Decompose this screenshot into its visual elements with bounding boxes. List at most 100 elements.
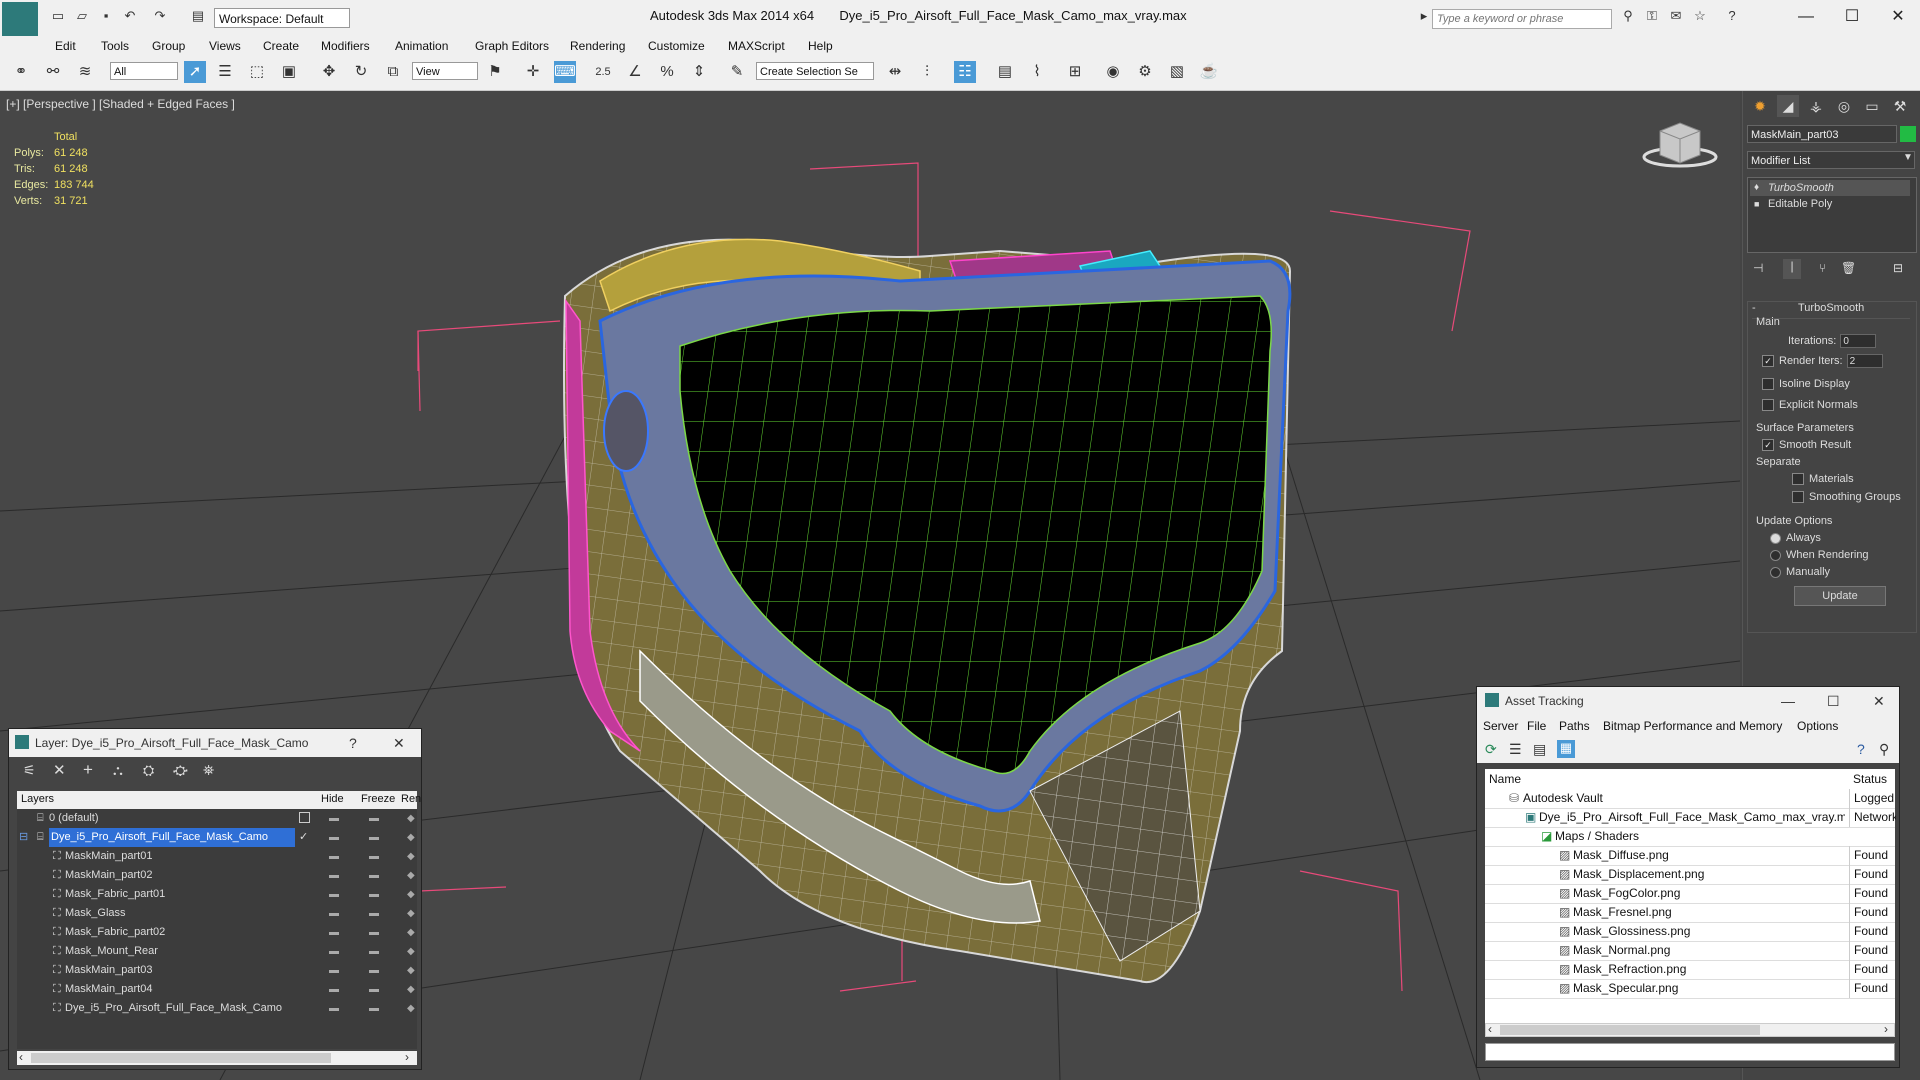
- close-icon[interactable]: ✕: [393, 735, 405, 752]
- table-view-icon[interactable]: ▤: [1533, 741, 1546, 758]
- pin-icon[interactable]: ⚲: [1879, 741, 1889, 758]
- create-tab-icon[interactable]: ✹: [1749, 95, 1771, 117]
- asset-row[interactable]: ▨ Mask_Displacement.png Found: [1485, 865, 1895, 885]
- object-name-field[interactable]: MaskMain_part03: [1747, 125, 1897, 143]
- smooth-result-checkbox[interactable]: ✓: [1762, 439, 1774, 452]
- search-expand-icon[interactable]: ▸: [1416, 8, 1432, 24]
- column-freeze[interactable]: Freeze: [361, 793, 395, 805]
- align-icon[interactable]: ⫶: [916, 61, 938, 83]
- refresh-icon[interactable]: ⟳: [1485, 741, 1497, 758]
- link-icon[interactable]: ⚭: [10, 61, 32, 83]
- angle-snap-icon[interactable]: ∠: [624, 61, 646, 83]
- create-layer-icon[interactable]: +: [83, 760, 93, 780]
- help-icon[interactable]: ?: [1724, 8, 1740, 24]
- isoline-checkbox[interactable]: [1762, 378, 1774, 391]
- undo-icon[interactable]: ↶: [122, 8, 138, 24]
- project-folder-icon[interactable]: ▤: [190, 8, 206, 24]
- asset-row[interactable]: ◪ Maps / Shaders: [1485, 827, 1895, 847]
- scroll-thumb[interactable]: [1500, 1025, 1760, 1035]
- material-editor-icon[interactable]: ◉: [1102, 61, 1124, 83]
- rotate-icon[interactable]: ↻: [350, 61, 372, 83]
- menu-maxscript[interactable]: MAXScript: [728, 39, 785, 53]
- modify-tab-icon[interactable]: ◢: [1777, 95, 1799, 117]
- utilities-tab-icon[interactable]: ⚒: [1889, 95, 1911, 117]
- layer-row[interactable]: ⛶ MaskMain_part01 ▬ ▬ ◆: [17, 847, 417, 866]
- layer-row[interactable]: ⛶ Mask_Mount_Rear ▬ ▬ ◆: [17, 942, 417, 961]
- scroll-right-icon[interactable]: ›: [405, 1050, 409, 1064]
- asset-row[interactable]: ▨ Mask_Diffuse.png Found: [1485, 846, 1895, 866]
- binoculars-icon[interactable]: ⚲: [1620, 8, 1636, 24]
- scroll-left-icon[interactable]: ‹: [19, 1050, 23, 1064]
- asset-dialog-titlebar[interactable]: Asset Tracking — ☐ ✕: [1477, 687, 1899, 715]
- layer-row[interactable]: ⛶ MaskMain_part02 ▬ ▬ ◆: [17, 866, 417, 885]
- render-production-icon[interactable]: ☕: [1198, 61, 1220, 83]
- favorites-icon[interactable]: ☆: [1692, 8, 1708, 24]
- smoothing-groups-checkbox[interactable]: [1792, 491, 1804, 504]
- menu-customize[interactable]: Customize: [648, 39, 705, 53]
- asset-menu-options[interactable]: Options: [1797, 719, 1838, 733]
- app-logo-icon[interactable]: [2, 2, 38, 38]
- render-setup-icon[interactable]: ⚙: [1134, 61, 1156, 83]
- stack-item-turbosmooth[interactable]: ♦ TurboSmooth: [1750, 180, 1910, 196]
- menu-animation[interactable]: Animation: [395, 39, 448, 53]
- bind-space-warp-icon[interactable]: ≋: [74, 61, 96, 83]
- column-render[interactable]: Ren: [401, 793, 421, 805]
- asset-row[interactable]: ⛁Autodesk VaultLogged O: [1485, 789, 1896, 809]
- select-object-icon[interactable]: ➚: [184, 61, 206, 83]
- motion-tab-icon[interactable]: ◎: [1833, 95, 1855, 117]
- iterations-spinner[interactable]: 0: [1840, 334, 1877, 348]
- open-file-icon[interactable]: ▱: [74, 8, 90, 24]
- move-icon[interactable]: ✥: [318, 61, 340, 83]
- column-layers[interactable]: Layers: [21, 793, 54, 805]
- asset-row[interactable]: ▣ Dye_i5_Pro_Airsoft_Full_Face_Mask_Camo_…: [1485, 808, 1896, 828]
- configure-sets-icon[interactable]: ⊟: [1893, 261, 1903, 275]
- unlink-icon[interactable]: ⚯: [42, 61, 64, 83]
- spinner-snap-icon[interactable]: ⇕: [688, 61, 710, 83]
- current-layer-checkbox[interactable]: [299, 812, 310, 823]
- delete-layer-icon[interactable]: ✕: [53, 761, 66, 779]
- reference-coordinate-select[interactable]: View: [412, 62, 478, 80]
- when-rendering-radio[interactable]: [1770, 549, 1781, 561]
- asset-menu-server[interactable]: Server: [1483, 719, 1518, 733]
- chevron-down-icon[interactable]: ▼: [1903, 152, 1913, 163]
- asset-path-input[interactable]: [1485, 1043, 1895, 1061]
- window-crossing-icon[interactable]: ▣: [278, 61, 300, 83]
- show-end-result-icon[interactable]: |: [1783, 259, 1801, 279]
- asset-menu-file[interactable]: File: [1527, 719, 1546, 733]
- stack-item-editable-poly[interactable]: ■ Editable Poly: [1750, 196, 1910, 212]
- menu-edit[interactable]: Edit: [55, 39, 76, 53]
- new-file-icon[interactable]: ▭: [50, 8, 66, 24]
- horizontal-scrollbar[interactable]: ‹ ›: [17, 1050, 417, 1065]
- named-selection-set-select[interactable]: Create Selection Se: [756, 62, 874, 80]
- menu-create[interactable]: Create: [263, 39, 299, 53]
- update-button[interactable]: Update: [1794, 586, 1886, 606]
- list-view-icon[interactable]: ☰: [1509, 741, 1522, 758]
- materials-checkbox[interactable]: [1792, 473, 1804, 486]
- scroll-right-icon[interactable]: ›: [1884, 1022, 1888, 1036]
- layer-explorer-icon[interactable]: ▤: [994, 61, 1016, 83]
- lightbulb-icon[interactable]: ♦: [1754, 180, 1759, 196]
- column-hide[interactable]: Hide: [321, 793, 344, 805]
- mirror-icon[interactable]: ⇹: [884, 61, 906, 83]
- select-in-layer-icon[interactable]: ⛭: [143, 762, 154, 779]
- layer-dialog-titlebar[interactable]: Layer: Dye_i5_Pro_Airsoft_Full_Face_Mask…: [9, 729, 421, 757]
- curve-editor-icon[interactable]: ⌇: [1026, 61, 1048, 83]
- display-tab-icon[interactable]: ▭: [1861, 95, 1883, 117]
- select-by-name-icon[interactable]: ☰: [214, 61, 236, 83]
- viewport-label[interactable]: [+] [Perspective ] [Shaded + Edged Faces…: [6, 97, 235, 111]
- scroll-thumb[interactable]: [31, 1053, 331, 1063]
- maximize-button[interactable]: ☐: [1832, 4, 1872, 30]
- close-icon[interactable]: ✕: [1873, 693, 1885, 710]
- asset-row[interactable]: ▨ Mask_Refraction.png Found: [1485, 960, 1895, 980]
- layer-row[interactable]: ⛶ Mask_Fabric_part02 ▬ ▬ ◆: [17, 923, 417, 942]
- scene-explorer-icon[interactable]: ☷: [954, 61, 976, 83]
- help-icon[interactable]: ?: [1857, 741, 1865, 757]
- grid-view-icon[interactable]: ▦: [1557, 740, 1575, 758]
- redo-icon[interactable]: ↷: [152, 8, 168, 24]
- close-button[interactable]: ✕: [1878, 4, 1918, 30]
- layer-row[interactable]: ⛶ Mask_Glass ▬ ▬ ◆: [17, 904, 417, 923]
- manually-radio[interactable]: [1770, 566, 1781, 578]
- pin-stack-icon[interactable]: ⊣: [1753, 261, 1763, 275]
- remove-modifier-icon[interactable]: 🗑: [1841, 261, 1856, 275]
- view-cube[interactable]: [1642, 122, 1718, 168]
